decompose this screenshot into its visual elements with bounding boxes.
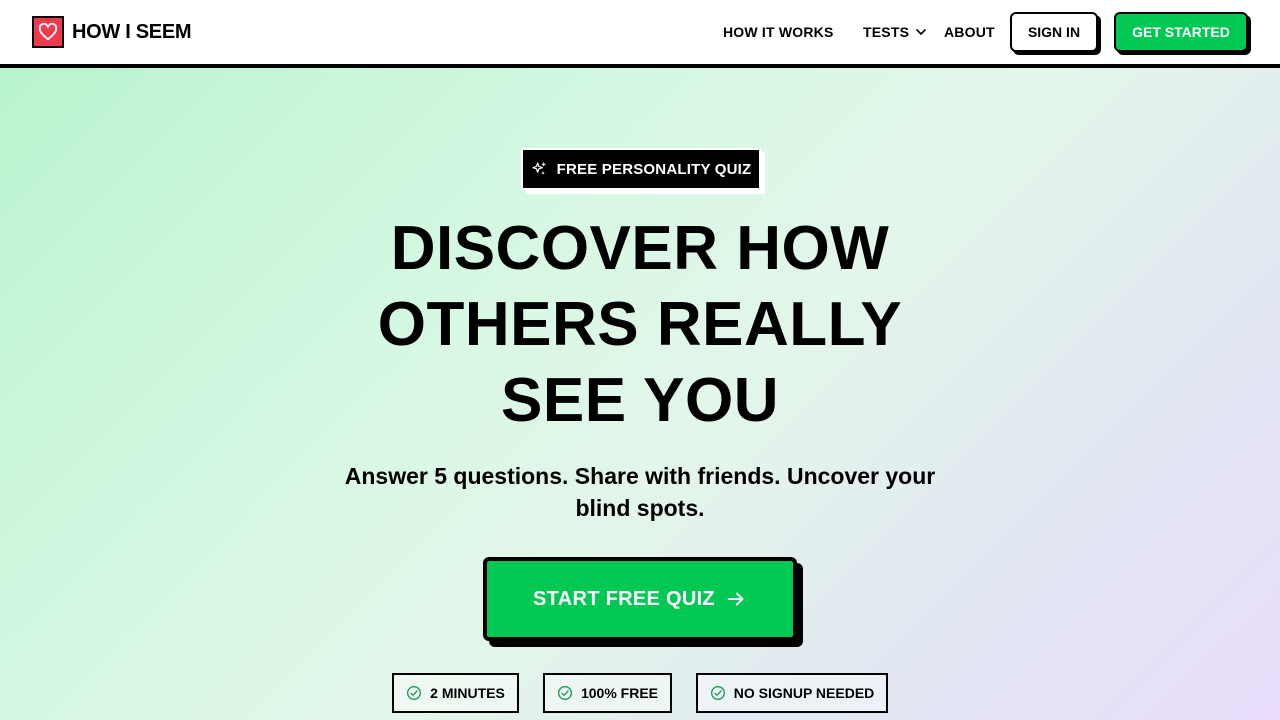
badge-label: FREE PERSONALITY QUIZ [556,160,752,178]
nav-tests-dropdown[interactable]: TESTS [863,24,927,40]
feature-label: 2 MINUTES [430,685,505,701]
arrow-right-icon [727,592,744,606]
cta-label: START FREE QUIZ [533,587,715,610]
sparkles-icon [532,162,546,175]
feature-chip-no-signup: NO SIGNUP NEEDED [696,673,888,713]
nav-tests-label: TESTS [863,24,910,40]
heart-icon [32,16,64,48]
brand-name: HOW I SEEM [72,20,192,43]
check-circle-icon [710,686,725,700]
sign-in-button[interactable]: SIGN IN [1010,12,1098,52]
feature-label: 100% FREE [580,685,659,701]
feature-chip-free: 100% FREE [543,673,672,713]
chevron-down-icon [916,29,926,35]
feature-chip-time: 2 MINUTES [392,673,519,713]
headline-line: SEE YOU [500,366,780,435]
check-circle-icon [407,686,422,700]
get-started-button[interactable]: GET STARTED [1114,12,1248,52]
nav-about[interactable]: ABOUT [944,24,995,40]
hero-subheadline: Answer 5 questions. Share with friends. … [344,463,936,521]
hero-section: FREE PERSONALITY QUIZ DISCOVER HOW OTHER… [0,68,1280,720]
start-free-quiz-button[interactable]: START FREE QUIZ [483,557,797,641]
brand-link[interactable]: HOW I SEEM [32,16,192,48]
feature-label: NO SIGNUP NEEDED [733,685,875,701]
headline-line: OTHERS REALLY [377,290,903,359]
nav-how-it-works[interactable]: HOW IT WORKS [723,24,834,40]
hero-headline: DISCOVER HOW OTHERS REALLY SEE YOU [340,211,940,439]
site-header: HOW I SEEM HOW IT WORKS TESTS ABOUT SIGN… [0,0,1280,68]
check-circle-icon [557,686,572,700]
free-quiz-badge: FREE PERSONALITY QUIZ [521,148,761,190]
headline-line: DISCOVER HOW [390,214,890,283]
